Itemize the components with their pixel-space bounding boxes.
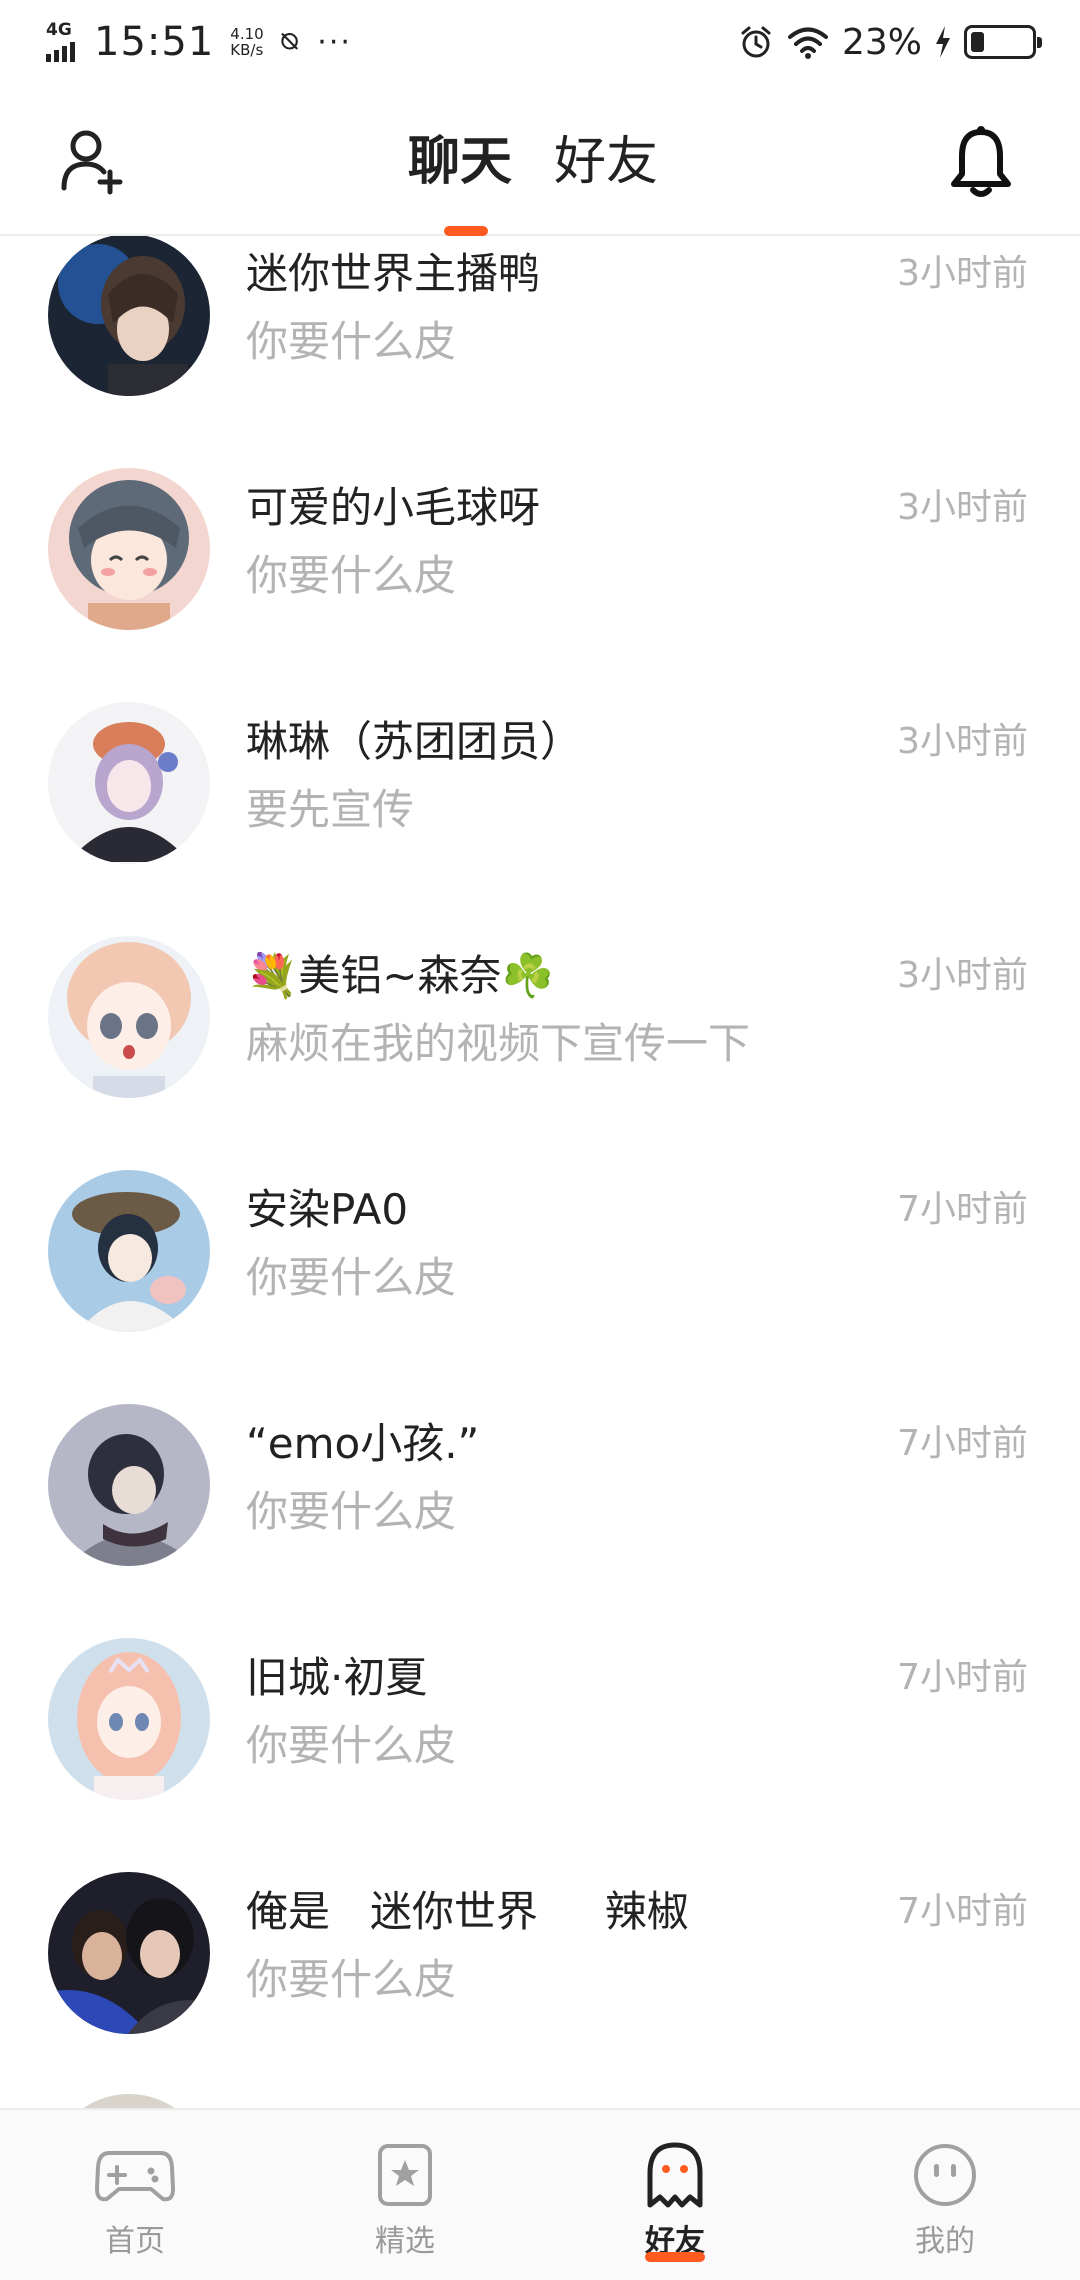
chat-row[interactable]: 迷你世界主播鸭 你要什么皮 3小时前 bbox=[0, 236, 1080, 468]
chat-row[interactable]: “emo小孩.” 你要什么皮 7小时前 bbox=[0, 1404, 1080, 1638]
chat-last-message: 麻烦在我的视频下宣传一下 bbox=[246, 1019, 751, 1068]
more-notifications-icon: ··· bbox=[317, 24, 352, 60]
chat-row-partial[interactable] bbox=[0, 2094, 1080, 2108]
chat-time: 3小时前 bbox=[897, 253, 1028, 294]
chat-row[interactable]: 俺是 迷你世界 辣椒 你要什么皮 7小时前 bbox=[0, 1872, 1080, 2106]
avatar[interactable] bbox=[48, 468, 210, 630]
chat-last-message: 你要什么皮 bbox=[246, 1253, 457, 1302]
chat-list: 迷你世界主播鸭 你要什么皮 3小时前 可爱的小毛球呀 你要什么皮 3小时前 琳琳… bbox=[0, 236, 1080, 2108]
active-nav-indicator bbox=[645, 2252, 705, 2262]
tab-friends[interactable]: 好友 bbox=[554, 122, 658, 202]
chat-last-message: 你要什么皮 bbox=[246, 551, 457, 600]
avatar[interactable] bbox=[48, 1872, 210, 2034]
tab-chat[interactable]: 聊天 bbox=[408, 122, 512, 236]
nav-label: 我的 bbox=[915, 2224, 975, 2259]
chat-time: 3小时前 bbox=[897, 487, 1028, 528]
flower-emoji: 💐 bbox=[246, 951, 299, 1000]
chat-last-message: 要先宣传 bbox=[246, 785, 415, 834]
chat-name: 旧城·初夏 bbox=[246, 1653, 428, 1702]
wifi-icon bbox=[787, 27, 828, 59]
active-tab-indicator bbox=[444, 226, 488, 236]
clock: 15:51 bbox=[94, 19, 215, 65]
battery-icon bbox=[964, 25, 1042, 59]
add-friend-icon bbox=[61, 130, 123, 195]
header-tabs: 聊天 好友 bbox=[408, 122, 658, 236]
avatar[interactable] bbox=[48, 236, 210, 396]
smiley-face-icon bbox=[914, 2144, 976, 2206]
chat-time: 7小时前 bbox=[897, 1891, 1028, 1932]
signal-icon: 4G bbox=[44, 20, 84, 64]
nav-home[interactable]: 首页 bbox=[0, 2110, 270, 2280]
chat-last-message: 你要什么皮 bbox=[246, 1721, 457, 1770]
nav-friends[interactable]: 好友 bbox=[540, 2110, 810, 2280]
chat-row[interactable]: 旧城·初夏 你要什么皮 7小时前 bbox=[0, 1638, 1080, 1872]
avatar[interactable] bbox=[48, 1638, 210, 1800]
chat-row[interactable]: 琳琳（苏团团员） 要先宣传 3小时前 bbox=[0, 702, 1080, 936]
bell-icon bbox=[951, 126, 1011, 197]
battery-percentage: 23% bbox=[841, 21, 922, 63]
status-bar: 4G 15:51 4.10 KB/s ⍉ ··· 23% bbox=[0, 0, 1080, 86]
chat-name: 俺是 迷你世界 辣椒 bbox=[246, 1887, 689, 1936]
chat-name: 迷你世界主播鸭 bbox=[246, 249, 541, 298]
chat-name: “emo小孩.” bbox=[246, 1419, 480, 1468]
chat-name: 安染PA0 bbox=[246, 1185, 409, 1234]
nav-featured[interactable]: 精选 bbox=[270, 2110, 540, 2280]
avatar[interactable] bbox=[48, 1404, 210, 1566]
add-friend-button[interactable] bbox=[58, 126, 130, 198]
alarm-icon bbox=[741, 26, 771, 58]
charging-icon bbox=[936, 26, 950, 58]
no-sim-icon: ⍉ bbox=[281, 26, 298, 57]
avatar[interactable] bbox=[48, 2094, 210, 2108]
chat-time: 7小时前 bbox=[897, 1189, 1028, 1230]
chat-name: 💐美铝~森奈☘️ bbox=[246, 951, 554, 1000]
chat-time: 7小时前 bbox=[897, 1423, 1028, 1464]
chat-last-message: 你要什么皮 bbox=[246, 1487, 457, 1536]
notifications-button[interactable] bbox=[946, 124, 1016, 200]
chat-row[interactable]: 💐美铝~森奈☘️ 麻烦在我的视频下宣传一下 3小时前 bbox=[0, 936, 1080, 1170]
chat-last-message: 你要什么皮 bbox=[246, 1955, 457, 2004]
bottom-navigation: 首页 精选 好友 我的 bbox=[0, 2108, 1080, 2280]
nav-label: 精选 bbox=[375, 2224, 435, 2259]
chat-time: 7小时前 bbox=[897, 1657, 1028, 1698]
top-header: 聊天 好友 bbox=[0, 86, 1080, 236]
chat-last-message: 你要什么皮 bbox=[246, 317, 457, 366]
avatar[interactable] bbox=[48, 1170, 210, 1332]
ghost-icon bbox=[647, 2142, 703, 2208]
network-type: 4G bbox=[46, 20, 72, 40]
chat-row[interactable]: 安染PA0 你要什么皮 7小时前 bbox=[0, 1170, 1080, 1404]
clover-emoji: ☘️ bbox=[501, 951, 554, 1000]
network-speed: 4.10 KB/s bbox=[230, 25, 264, 59]
gamepad-icon bbox=[95, 2151, 175, 2202]
avatar[interactable] bbox=[48, 702, 210, 864]
chat-time: 3小时前 bbox=[897, 955, 1028, 996]
chat-name: 琳琳（苏团团员） bbox=[246, 717, 583, 766]
chat-row[interactable]: 可爱的小毛球呀 你要什么皮 3小时前 bbox=[0, 468, 1080, 702]
star-bookmark-icon bbox=[378, 2144, 432, 2206]
nav-label: 首页 bbox=[105, 2224, 165, 2259]
avatar[interactable] bbox=[48, 936, 210, 1098]
chat-name: 可爱的小毛球呀 bbox=[246, 483, 541, 532]
nav-me[interactable]: 我的 bbox=[810, 2110, 1080, 2280]
chat-time: 3小时前 bbox=[897, 721, 1028, 762]
